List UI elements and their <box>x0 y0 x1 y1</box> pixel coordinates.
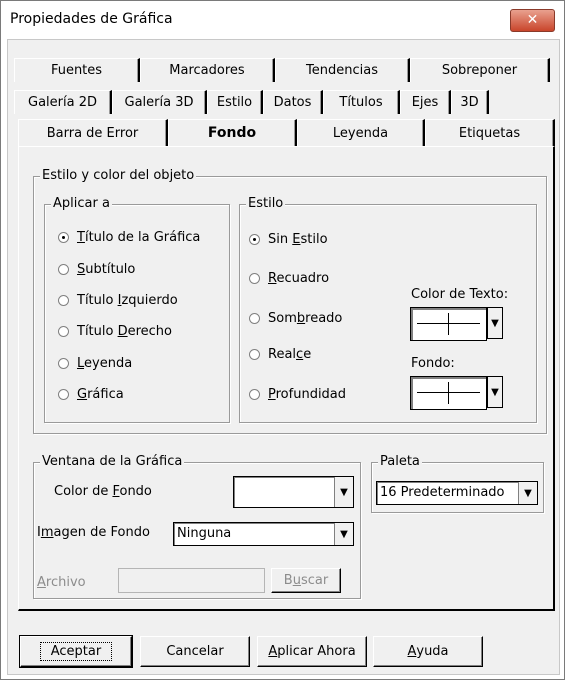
radio-label: Leyenda <box>77 356 133 371</box>
radio-label: Profundidad <box>268 387 347 402</box>
dropdown-arrow-icon: ▼ <box>334 523 353 545</box>
tab-marcadores[interactable]: Marcadores <box>140 58 275 82</box>
imagen-fondo-label: Imagen de Fondo <box>37 525 150 540</box>
radio-label: Sin Estilo <box>268 232 328 247</box>
radio-icon <box>58 264 69 275</box>
color-fondo-value <box>234 477 334 507</box>
tab-row-1: Fuentes Marcadores Tendencias Sobreponer <box>14 58 550 82</box>
radio-label: Título Derecho <box>77 324 173 339</box>
imagen-fondo-select[interactable]: Ninguna ▼ <box>173 522 354 546</box>
properties-dialog: Propiedades de Gráfica ✕ Fuentes Marcado… <box>0 0 565 680</box>
fondo-color-picker[interactable]: ▼ <box>410 376 503 410</box>
radio-label: Recuadro <box>268 271 330 286</box>
imagen-fondo-value: Ninguna <box>177 526 232 541</box>
radio-grafica[interactable]: Gráfica <box>58 387 124 402</box>
radio-icon <box>58 389 69 400</box>
cancelar-button[interactable]: Cancelar <box>140 636 250 667</box>
radio-label: Gráfica <box>77 387 124 402</box>
radio-icon <box>249 273 260 284</box>
tab-sobreponer[interactable]: Sobreponer <box>410 58 550 82</box>
radio-titulo-izquierdo[interactable]: Título Izquierdo <box>58 293 178 308</box>
color-swatch <box>410 307 487 341</box>
window-title: Propiedades de Gráfica <box>10 11 173 27</box>
dropdown-arrow-icon: ▼ <box>334 477 353 507</box>
group-estilo-legend: Estilo <box>246 196 286 211</box>
radio-icon <box>249 389 260 400</box>
buscar-button[interactable]: Bu scar <box>271 568 341 593</box>
tab-fondo[interactable]: Fondo <box>168 119 297 146</box>
radio-profundidad[interactable]: Profundidad <box>249 387 346 402</box>
tab-3d[interactable]: 3D <box>451 90 489 114</box>
radio-icon <box>58 295 69 306</box>
color-swatch <box>410 376 487 410</box>
aplicar-ahora-button[interactable]: Aplicar Ahora <box>257 636 367 667</box>
radio-icon <box>58 232 69 243</box>
group-ventana-legend: Ventana de la Gráfica <box>40 454 185 469</box>
radio-leyenda[interactable]: Leyenda <box>58 356 132 371</box>
title-bar: Propiedades de Gráfica ✕ <box>1 1 564 39</box>
aceptar-button[interactable]: Aceptar <box>19 635 133 668</box>
radio-icon <box>249 313 260 324</box>
radio-label: Título Izquierdo <box>77 293 178 308</box>
radio-sin-estilo[interactable]: Sin Estilo <box>249 232 328 247</box>
dropdown-arrow-icon: ▼ <box>487 307 503 339</box>
radio-titulo-grafica[interactable]: Título de la Gráfica <box>58 230 200 245</box>
radio-label: Título de la Gráfica <box>77 230 201 245</box>
paleta-value: 16 Predeterminado <box>380 485 505 500</box>
radio-icon <box>249 234 260 245</box>
paleta-select[interactable]: 16 Predeterminado ▼ <box>376 481 538 505</box>
fondo-label: Fondo: <box>411 356 455 371</box>
radio-icon <box>249 349 260 360</box>
radio-label: Realce <box>268 347 312 362</box>
tab-barra-de-error[interactable]: Barra de Error <box>18 119 168 146</box>
radio-realce[interactable]: Realce <box>249 347 311 362</box>
radio-icon <box>58 326 69 337</box>
color-texto-label: Color de Texto: <box>411 287 509 302</box>
tab-etiquetas[interactable]: Etiquetas <box>425 119 555 146</box>
close-button[interactable]: ✕ <box>510 9 555 32</box>
tab-galeria-3d[interactable]: Galería 3D <box>112 90 207 114</box>
group-paleta-legend: Paleta <box>378 454 422 469</box>
tab-leyenda[interactable]: Leyenda <box>297 119 425 146</box>
group-aplicar-a-legend: Aplicar a <box>51 196 112 211</box>
radio-label: Sombreado <box>268 311 343 326</box>
radio-icon <box>58 358 69 369</box>
tab-tendencias[interactable]: Tendencias <box>275 58 410 82</box>
tab-fuentes[interactable]: Fuentes <box>14 58 140 82</box>
color-fondo-label: Color de Fondo <box>54 484 152 499</box>
archivo-label: Archivo <box>37 575 86 590</box>
radio-sombreado[interactable]: Sombreado <box>249 311 342 326</box>
dropdown-arrow-icon: ▼ <box>518 482 537 504</box>
tab-galeria-2d[interactable]: Galería 2D <box>14 90 112 114</box>
tab-row-3: Barra de Error Fondo Leyenda Etiquetas <box>18 119 555 146</box>
tab-estilo[interactable]: Estilo <box>207 90 263 114</box>
color-fondo-select[interactable]: ▼ <box>233 476 354 508</box>
tab-ejes[interactable]: Ejes <box>400 90 451 114</box>
radio-recuadro[interactable]: Recuadro <box>249 271 329 286</box>
color-texto-picker[interactable]: ▼ <box>410 307 503 341</box>
tab-datos[interactable]: Datos <box>263 90 323 114</box>
radio-titulo-derecho[interactable]: Título Derecho <box>58 324 172 339</box>
ayuda-button[interactable]: Ayuda <box>373 636 483 667</box>
radio-subtitulo[interactable]: Subtítulo <box>58 262 135 277</box>
tab-row-2: Galería 2D Galería 3D Estilo Datos Títul… <box>14 90 489 114</box>
dropdown-arrow-icon: ▼ <box>487 376 503 408</box>
archivo-input[interactable] <box>118 568 265 593</box>
tab-titulos[interactable]: Títulos <box>323 90 400 114</box>
radio-label: Subtítulo <box>77 262 136 277</box>
group-estilo-color-legend: Estilo y color del objeto <box>40 168 197 183</box>
